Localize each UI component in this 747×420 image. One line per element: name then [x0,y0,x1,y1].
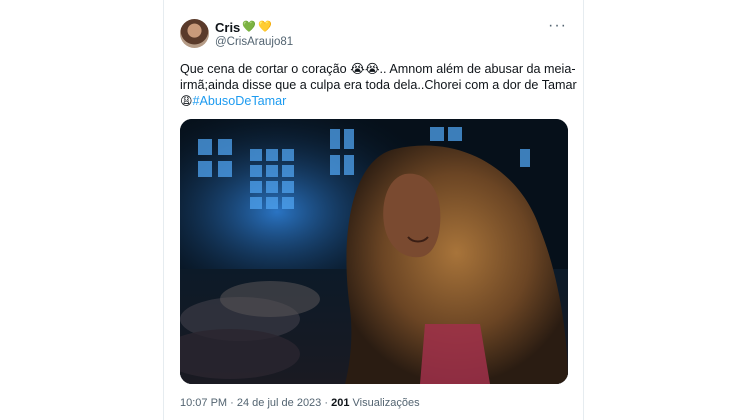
yellow-heart-icon: 💛 [258,21,272,33]
tweet-text: Que cena de cortar o coração 😭😭.. Amnom … [180,61,577,109]
tweet-text-line-2: irmã;ainda disse que a culpa era toda de… [180,78,577,92]
avatar[interactable] [180,19,209,48]
more-options-icon[interactable]: ··· [548,17,567,35]
tweet-meta: 10:07 PM · 24 de jul de 2023 · 201 Visua… [180,397,420,409]
handle[interactable]: @CrisAraujo81 [215,36,293,48]
weary-face-icon: 😩 [180,94,193,108]
green-heart-icon: 💚 [242,21,256,33]
views-label: Visualizações [352,397,420,409]
author-name-row[interactable]: Cris 💚 💛 [215,20,272,35]
tweet-time[interactable]: 10:07 PM [180,397,227,409]
views-count: 201 [331,397,350,409]
meta-separator: · [324,397,329,409]
meta-separator: · [230,397,234,409]
tweet-text-line-1: Que cena de cortar o coração 😭😭.. Amnom … [180,62,576,76]
tweet-media-photo[interactable] [180,119,568,384]
display-name[interactable]: Cris [215,20,240,35]
tweet-card: Cris 💚 💛 @CrisAraujo81 ··· Que cena de c… [163,0,584,420]
crying-woman-photo [180,119,568,384]
tweet-date[interactable]: 24 de jul de 2023 [237,397,321,409]
tweet-text-line-3: 😩#AbusoDeTamar [180,93,575,109]
hashtag-link[interactable]: #AbusoDeTamar [193,94,287,108]
